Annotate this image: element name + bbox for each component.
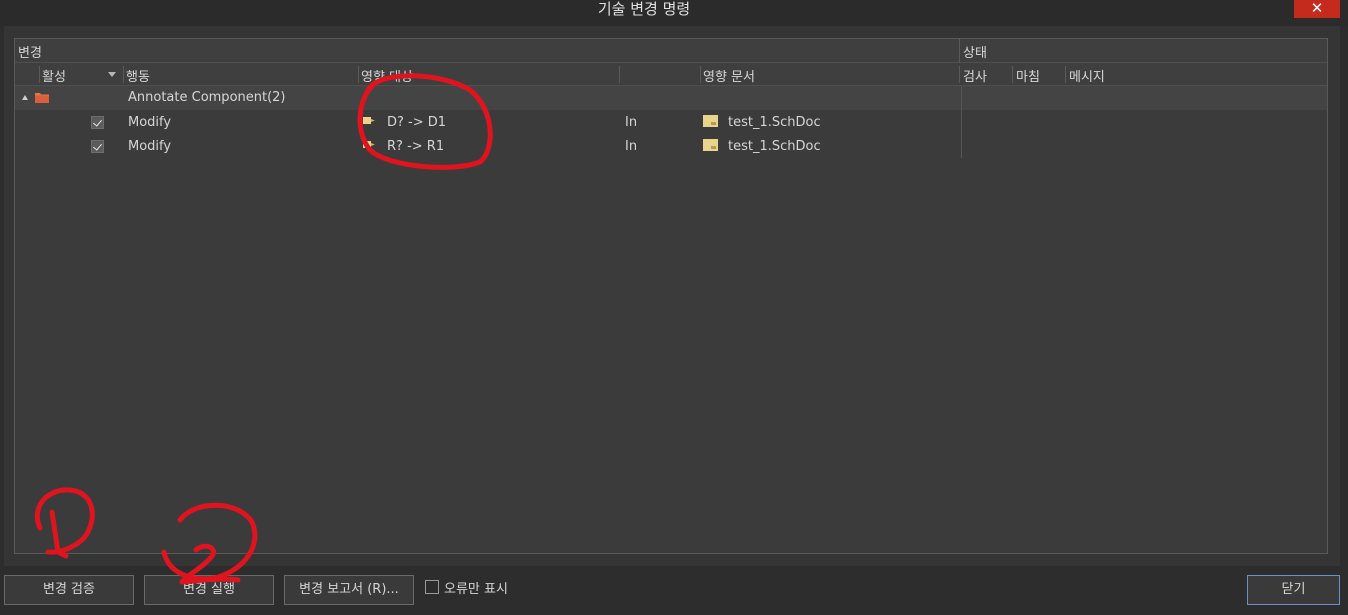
affected-document-cell: test_1.SchDoc [728, 115, 821, 130]
status-group-header: 상태 [963, 46, 987, 61]
schematic-doc-icon [703, 139, 718, 151]
title-bar: 기술 변경 명령 ✕ [0, 0, 1348, 26]
close-window-button[interactable]: ✕ [1294, 0, 1340, 18]
validate-changes-button[interactable]: 변경 검증 [4, 575, 134, 605]
group-label: Annotate Component(2) [128, 90, 286, 105]
enable-checkbox[interactable] [91, 116, 104, 129]
direction-cell: In [625, 115, 638, 130]
affected-document-cell: test_1.SchDoc [728, 139, 821, 154]
dialog-title: 기술 변경 명령 [597, 0, 691, 18]
sort-down-icon[interactable] [108, 72, 116, 77]
execute-changes-button[interactable]: 변경 실행 [144, 575, 274, 605]
report-changes-button[interactable]: 변경 보고서 (R)... [284, 575, 414, 605]
schematic-doc-icon [703, 115, 718, 127]
action-cell: Modify [128, 139, 172, 154]
folder-icon [35, 93, 49, 103]
only-errors-label: 오류만 표시 [444, 582, 508, 597]
component-icon [363, 141, 375, 148]
column-affected-document[interactable]: 영향 문서 [703, 66, 755, 85]
grid-column-header: 활성 행동 영향 대상 영향 문서 검사 마침 메시지 [15, 63, 1327, 86]
affected-object-cell: R? -> R1 [387, 139, 445, 154]
direction-cell: In [625, 139, 638, 154]
column-check[interactable]: 검사 [963, 66, 987, 85]
close-button[interactable]: 닫기 [1247, 575, 1340, 605]
collapse-arrow-icon[interactable] [22, 95, 28, 100]
group-row-annotate[interactable]: Annotate Component(2) [15, 86, 1327, 110]
table-row[interactable]: Modify R? -> R1 In test_1.SchDoc [15, 135, 1327, 159]
column-action[interactable]: 행동 [126, 66, 150, 85]
column-message[interactable]: 메시지 [1069, 66, 1105, 85]
changes-grid: 변경 상태 활성 행동 영향 대상 영향 문서 검사 마침 메시지 Annota… [14, 38, 1328, 554]
component-icon [363, 117, 375, 124]
column-affected-object[interactable]: 영향 대상 [361, 66, 413, 85]
table-row[interactable]: Modify D? -> D1 In test_1.SchDoc [15, 111, 1327, 135]
enable-checkbox[interactable] [91, 140, 104, 153]
column-enable[interactable]: 활성 [42, 66, 66, 85]
changes-group-header: 변경 [18, 46, 42, 61]
grid-group-header: 변경 상태 [15, 39, 1327, 63]
affected-object-cell: D? -> D1 [387, 115, 447, 130]
only-errors-checkbox[interactable] [425, 580, 439, 594]
column-done[interactable]: 마침 [1016, 66, 1040, 85]
action-cell: Modify [128, 115, 172, 130]
